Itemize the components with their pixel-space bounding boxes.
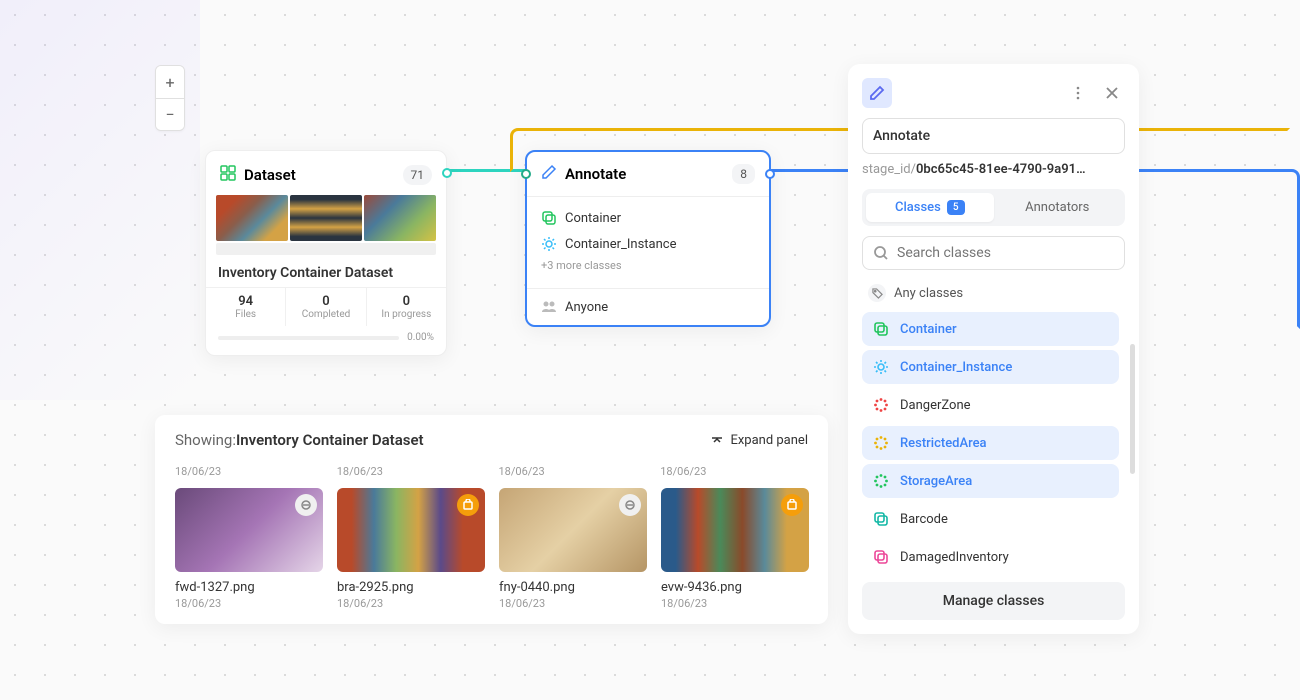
class-name-label: StorageArea	[900, 474, 972, 489]
file-item[interactable]: fny-0440.png 18/06/23	[499, 488, 647, 610]
file-date: 18/06/23	[175, 597, 323, 610]
search-input[interactable]	[897, 245, 1114, 261]
more-options-button[interactable]	[1065, 80, 1091, 106]
scrollbar-thumb[interactable]	[1130, 344, 1135, 474]
class-item[interactable]: DamagedInventory	[862, 540, 1119, 572]
file-item[interactable]: evw-9436.png 18/06/23	[661, 488, 809, 610]
zoom-in-button[interactable]: +	[156, 66, 184, 98]
file-thumbnail	[499, 488, 647, 572]
class-type-icon	[872, 472, 890, 490]
dataset-name-label: Inventory Container Dataset	[206, 255, 446, 287]
class-item[interactable]: RestrictedArea	[862, 426, 1119, 460]
file-name: fny-0440.png	[499, 580, 647, 595]
annotate-icon	[541, 164, 557, 184]
dataset-node[interactable]: Dataset 71 Inventory Container Dataset 9…	[205, 150, 447, 356]
file-thumbnail	[337, 488, 485, 572]
close-icon	[1105, 86, 1119, 100]
manage-classes-button[interactable]: Manage classes	[862, 582, 1125, 620]
side-panel: stage_id/0bc65c45-81ee-4790-9a91… Classe…	[848, 64, 1139, 634]
showing-dataset-name: Inventory Container Dataset	[236, 431, 424, 449]
progress-percent: 0.00%	[407, 332, 434, 343]
file-name: fwd-1327.png	[175, 580, 323, 595]
file-item[interactable]: fwd-1327.png 18/06/23	[175, 488, 323, 610]
node-input-handle[interactable]	[521, 169, 531, 179]
showing-label: Showing:	[175, 431, 236, 449]
dataset-count-badge: 71	[403, 165, 433, 185]
class-item[interactable]: StorageArea	[862, 464, 1119, 498]
class-type-icon	[872, 510, 890, 528]
dataset-stats: 94Files 0Completed 0In progress	[206, 287, 446, 326]
class-name-label: Barcode	[900, 512, 948, 527]
any-classes-toggle[interactable]: Any classes	[862, 280, 1125, 312]
annotate-icon	[862, 78, 892, 108]
class-row: Container	[541, 205, 755, 231]
class-name-label: DamagedInventory	[900, 550, 1009, 565]
class-item[interactable]: Barcode	[862, 502, 1119, 536]
class-type-icon	[872, 434, 890, 452]
file-thumbnail	[175, 488, 323, 572]
dataset-title: Dataset	[244, 166, 395, 184]
search-icon	[873, 245, 889, 261]
close-button[interactable]	[1099, 80, 1125, 106]
expand-panel-button[interactable]: Expand panel	[710, 433, 808, 448]
assignee-row[interactable]: Anyone	[527, 288, 769, 325]
class-name-label: Container	[900, 322, 957, 337]
status-badge-icon	[619, 494, 641, 516]
status-badge-icon	[457, 494, 479, 516]
class-name-label: DangerZone	[900, 398, 971, 413]
class-item[interactable]: DangerZone	[862, 388, 1119, 422]
tabs: Classes 5 Annotators	[862, 189, 1125, 226]
tab-classes[interactable]: Classes 5	[866, 193, 994, 222]
tag-icon	[868, 284, 886, 302]
status-badge-icon	[781, 494, 803, 516]
class-item[interactable]: Container_Instance	[862, 350, 1119, 384]
dataset-icon	[220, 165, 236, 185]
file-item[interactable]: bra-2925.png 18/06/23	[337, 488, 485, 610]
class-type-icon	[872, 548, 890, 566]
annotate-count-badge: 8	[732, 164, 755, 184]
file-date: 18/06/23	[499, 597, 647, 610]
file-date: 18/06/23	[661, 597, 809, 610]
class-type-icon	[872, 320, 890, 338]
class-name-label: RestrictedArea	[900, 436, 987, 451]
kebab-icon	[1070, 85, 1086, 101]
file-name: bra-2925.png	[337, 580, 485, 595]
showing-panel: Showing: Inventory Container Dataset Exp…	[155, 415, 828, 624]
stage-id-label: stage_id/0bc65c45-81ee-4790-9a91…	[862, 162, 1125, 177]
class-name-label: Container_Instance	[900, 360, 1012, 375]
more-classes-label: +3 more classes	[541, 257, 755, 280]
bg-gradient	[0, 0, 200, 400]
dataset-thumbnails	[206, 195, 446, 241]
tab-annotators[interactable]: Annotators	[994, 193, 1122, 222]
progress-bar	[218, 336, 399, 340]
annotate-title: Annotate	[565, 165, 724, 183]
search-box[interactable]	[862, 236, 1125, 270]
zoom-controls: + −	[155, 65, 185, 131]
annotate-node[interactable]: Annotate 8 Container Container_Instance …	[525, 150, 771, 327]
node-output-handle[interactable]	[442, 168, 452, 178]
expand-icon	[710, 433, 724, 447]
status-badge-icon	[295, 494, 317, 516]
file-name: evw-9436.png	[661, 580, 809, 595]
classes-count-pill: 5	[947, 200, 965, 215]
class-row: Container_Instance	[541, 231, 755, 257]
class-item[interactable]: Container	[862, 312, 1119, 346]
zoom-out-button[interactable]: −	[156, 98, 184, 130]
file-thumbnail	[661, 488, 809, 572]
stage-name-input[interactable]	[862, 118, 1125, 154]
node-output-handle[interactable]	[765, 169, 775, 179]
classes-list: Container Container_Instance DangerZone Res…	[862, 312, 1125, 572]
class-type-icon	[872, 358, 890, 376]
class-type-icon	[872, 396, 890, 414]
date-row: 18/06/23 18/06/23 18/06/23 18/06/23	[155, 465, 828, 478]
file-date: 18/06/23	[337, 597, 485, 610]
